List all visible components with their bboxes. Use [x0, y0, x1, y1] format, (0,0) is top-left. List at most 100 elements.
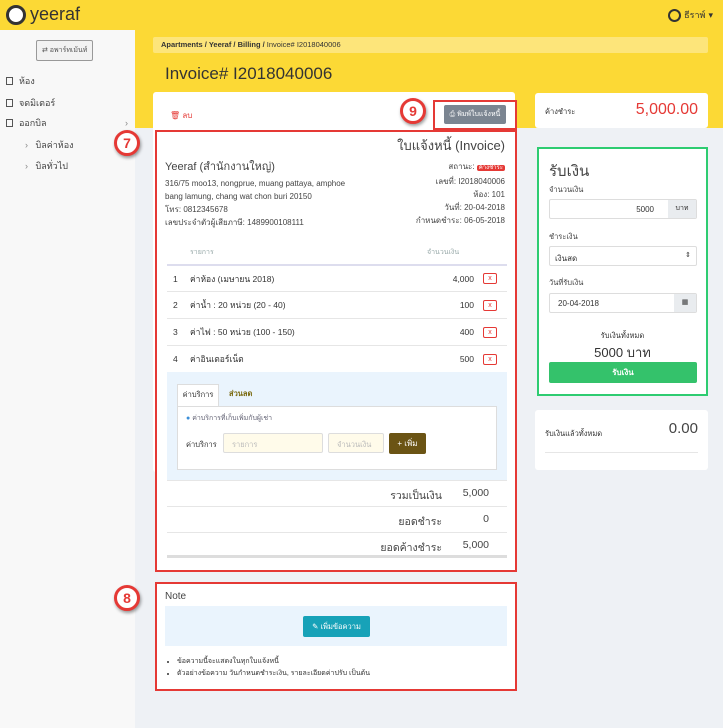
add-note-button[interactable]: ✎ เพิ่มข้อความ: [303, 616, 370, 637]
col-header-item: รายการ: [190, 249, 214, 256]
crumb-yeeraf[interactable]: Yeeraf: [209, 40, 232, 49]
sidebar-item-label: ห้อง: [19, 76, 35, 86]
status-label: สถานะ:: [448, 162, 475, 171]
row-amount: 4,000: [452, 273, 474, 284]
receive-payment-panel: รับเงิน จำนวนเงิน 5000 บาท ชำระเงิน เงิน…: [537, 147, 708, 396]
remove-item-button[interactable]: x: [483, 353, 497, 365]
company-info: 316/75 moo13, nongprue, muang pattaya, a…: [165, 177, 345, 229]
table-row: 3 ค่าไฟ : 50 หน่วย (100 - 150) 400 x: [167, 318, 507, 345]
user-name: ธีราพ์: [684, 10, 706, 20]
select-arrows-icon: ⇕: [685, 252, 691, 259]
note-panel: Note ✎ เพิ่มข้อความ ข้อความนี้จะแสดงในทุ…: [155, 582, 517, 691]
outstanding-label: ค้างชำระ: [545, 107, 576, 116]
invoice-heading: ใบแจ้งหนี้ (Invoice): [397, 138, 505, 153]
invoice-number: เลขที่: I2018040006: [435, 177, 505, 186]
payment-method-select[interactable]: เงินสด ⇕: [549, 246, 697, 266]
breadcrumb: Apartments / Yeeraf / Billing / Invoice#…: [153, 37, 708, 53]
brand-logo[interactable]: yeeraf: [6, 4, 80, 25]
date-value: 20-04-2018: [558, 299, 599, 308]
page-title: Invoice# I2018040006: [165, 64, 333, 83]
note-bullet: ตัวอย่างข้อความ วันกำหนดชำระเงิน, รายละเ…: [177, 668, 370, 680]
crumb-current: Invoice# I2018040006: [266, 40, 341, 49]
calendar-icon[interactable]: ▦: [674, 294, 696, 312]
method-value: เงินสด: [555, 254, 578, 263]
outstanding-amount: 5,000.00: [635, 101, 698, 118]
subitem-label: บิลค่าห้อง: [35, 140, 74, 150]
row-no: 2: [173, 300, 178, 310]
sidebar-item-label: ออกบิล: [19, 118, 47, 128]
table-row: 4 ค่าอินเตอร์เน็ต 500 x: [167, 345, 507, 372]
sidebar-item-rooms[interactable]: ห้อง: [6, 74, 35, 88]
print-label: พิมพ์ใบแจ้งหนี้: [457, 111, 501, 118]
tab-service[interactable]: ค่าบริการ: [177, 384, 219, 406]
receive-total: 5000 บาท: [594, 345, 651, 360]
amount-input[interactable]: 5000 บาท: [549, 199, 697, 219]
edit-icon: ✎: [312, 622, 319, 631]
remove-item-button[interactable]: x: [483, 326, 497, 338]
col-header-amount: จำนวนเงิน: [427, 249, 460, 256]
printer-icon: ⎙: [449, 111, 456, 118]
date-label: วันที่รับเงิน: [549, 278, 584, 287]
remove-item-button[interactable]: x: [483, 299, 497, 311]
service-amount-input[interactable]: จำนวนเงิน: [328, 433, 384, 453]
note-bullet: ข้อความนี้จะแสดงในทุกใบแจ้งหนี้: [177, 656, 370, 668]
receive-payment-button[interactable]: รับเงิน: [549, 362, 697, 383]
crumb-apartments[interactable]: Apartments: [161, 40, 203, 49]
room-number: ห้อง: 101: [473, 190, 505, 199]
phone: โทร: 0812345678: [165, 205, 228, 214]
sidebar-subitem-room-bill[interactable]: › บิลค่าห้อง: [25, 138, 74, 152]
sidebar-subitem-general-bill[interactable]: › บิลทั่วไป: [25, 159, 68, 173]
paid-row: ยอดชำระ 0: [167, 506, 507, 532]
receive-total-label: รับเงินทั้งหมด: [600, 331, 645, 340]
chevron-icon: ›: [25, 140, 36, 150]
row-name: ค่าอินเตอร์เน็ต: [190, 354, 244, 364]
divider: [545, 452, 698, 453]
print-invoice-button[interactable]: ⎙ พิมพ์ใบแจ้งหนี้: [444, 105, 506, 124]
status-badge: ค้างชำระ: [476, 165, 505, 171]
extra-charges-panel: ค่าบริการ ส่วนลด ● ค่าบริการที่เก็บเพิ่ม…: [167, 372, 507, 480]
received-label: รับเงินแล้วทั้งหมด: [545, 429, 603, 438]
row-name: ค่าน้ำ : 20 หน่วย (20 - 40): [190, 300, 286, 310]
total-label: รวมเป็นเงิน: [390, 490, 442, 502]
logo-icon: [6, 4, 26, 25]
add-service-button[interactable]: + เพิ่ม: [389, 433, 426, 454]
table-row: 2 ค่าน้ำ : 20 หน่วย (20 - 40) 100 x: [167, 291, 507, 318]
sidebar-item-label: จดมิเตอร์: [19, 98, 56, 108]
delete-label: ลบ: [182, 111, 193, 120]
tab-discount[interactable]: ส่วนลด: [229, 384, 252, 404]
paid-label: ยอดชำระ: [398, 516, 442, 528]
annotation-marker-8: 8: [114, 585, 140, 611]
caret-down-icon: ▾: [708, 9, 713, 20]
service-label: ค่าบริการ: [186, 440, 217, 449]
brand-name: yeeraf: [30, 4, 81, 24]
tax-id: เลขประจำตัวผู้เสียภาษี: 1489900108111: [165, 218, 304, 227]
invoice-panel: ใบแจ้งหนี้ (Invoice) Yeeraf (สำนักงานใหญ…: [155, 130, 517, 572]
user-menu[interactable]: ธีราพ์ ▾: [668, 8, 713, 22]
info-text: ● ค่าบริการที่เก็บเพิ่มกับผู้เช่า: [186, 413, 272, 424]
switch-apartment-button[interactable]: ⇄ อพาร์ทเม้นท์: [36, 40, 94, 61]
delete-button[interactable]: 🗑 ลบ: [170, 109, 192, 122]
bill-icon: [6, 119, 13, 127]
chevron-icon: ›: [25, 161, 36, 171]
total-row: รวมเป็นเงิน 5,000: [167, 480, 507, 506]
total-value: 5,000: [462, 487, 489, 499]
row-name: ค่าไฟ : 50 หน่วย (100 - 150): [190, 327, 295, 337]
address-line-1: 316/75 moo13, nongprue, muang pattaya, a…: [165, 179, 346, 188]
outstanding-value: 5,000: [462, 539, 489, 551]
row-amount: 400: [459, 327, 474, 337]
received-card: รับเงินแล้วทั้งหมด 0.00: [535, 410, 708, 470]
top-navbar: [0, 0, 723, 30]
info-label: ค่าบริการที่เก็บเพิ่มกับผู้เช่า: [192, 415, 273, 422]
tab-content: ● ค่าบริการที่เก็บเพิ่มกับผู้เช่า ค่าบริ…: [177, 406, 497, 470]
sidebar-item-meter[interactable]: จดมิเตอร์: [6, 96, 55, 110]
paid-value: 0: [483, 513, 489, 525]
subitem-label: บิลทั่วไป: [35, 161, 68, 171]
sidebar-item-billing[interactable]: ออกบิล ›: [6, 116, 128, 130]
service-item-input[interactable]: รายการ: [223, 433, 323, 453]
crumb-billing[interactable]: Billing: [238, 40, 261, 49]
info-icon: ●: [186, 415, 191, 422]
payment-date-input[interactable]: 20-04-2018 ▦: [549, 293, 697, 313]
note-list: ข้อความนี้จะแสดงในทุกใบแจ้งหนี้ ตัวอย่าง…: [177, 656, 370, 680]
sidebar: ⇄ อพาร์ทเม้นท์ ห้อง จดมิเตอร์ ออกบิล › › …: [0, 30, 135, 728]
remove-item-button[interactable]: x: [483, 273, 497, 284]
